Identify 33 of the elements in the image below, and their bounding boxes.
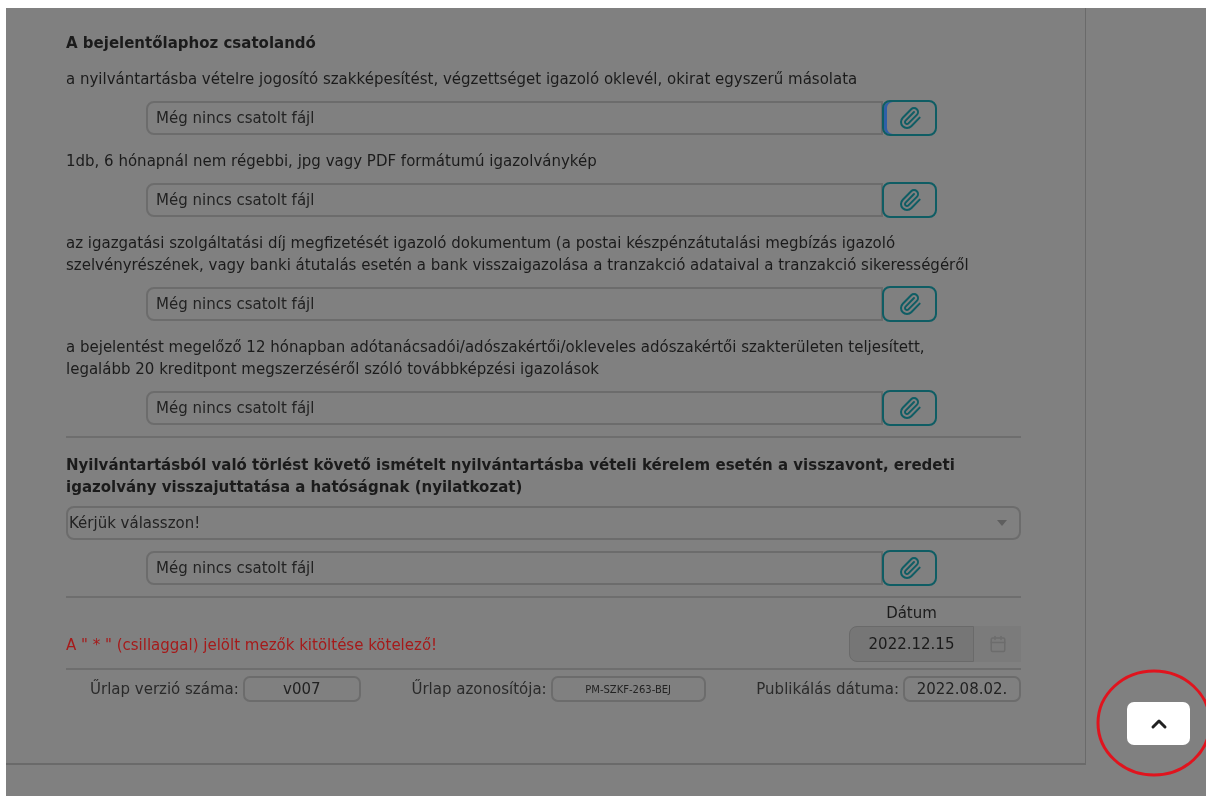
attach-button[interactable] — [882, 286, 937, 322]
file-field[interactable]: Még nincs csatolt fájl — [146, 551, 883, 585]
attach-button[interactable] — [882, 390, 937, 426]
footer-label: Űrlap verzió száma: — [90, 680, 239, 698]
choice-dropdown[interactable]: Kérjük válasszon! — [66, 506, 1021, 540]
file-field[interactable]: Még nincs csatolt fájl — [146, 101, 883, 135]
paperclip-icon — [897, 188, 922, 212]
caret-icon — [997, 520, 1007, 526]
attach-button[interactable] — [882, 182, 937, 218]
date-label: Dátum — [885, 604, 938, 622]
footer-label: Űrlap azonosítója: — [411, 680, 547, 698]
footer-value: PM-SZKF-263-BEJ — [550, 676, 706, 702]
scroll-top-button[interactable] — [1127, 702, 1190, 745]
paperclip-icon — [897, 106, 922, 130]
attach-button[interactable] — [882, 550, 937, 586]
section-title: A bejelentőlaphoz csatolandó — [66, 33, 317, 54]
attachment-label: 1db, 6 hónapnál nem régebbi, jpg vagy PDF formátumú igazolványkép — [66, 151, 598, 172]
date-field[interactable]: 2022.12.15 — [849, 626, 974, 662]
paperclip-icon — [897, 556, 922, 580]
required-note: A " * " (csillaggal) jelölt mezők kitöltése kötelező! — [66, 636, 438, 654]
paperclip-icon — [897, 396, 922, 420]
attach-button[interactable] — [882, 100, 937, 136]
attachment-label: a bejelentést megelőző 12 hónapban adótanácsadói/adószakértői/okleveles adószakértői szakterületen teljesített, legalább 20 kreditpont megszerzéséről szóló továbbképzési igazolások — [66, 337, 926, 380]
footer-value: 2022.08.02. — [903, 676, 1021, 702]
declaration-title: Nyilvántartásból való törlést követő ismételt nyilvántartásba vételi kérelem esetén a visszavont, eredeti igazolvány visszajuttatása a hatóságnak (nyilatkozat) — [66, 455, 956, 498]
file-field[interactable]: Még nincs csatolt fájl — [146, 183, 883, 217]
file-field[interactable]: Még nincs csatolt fájl — [146, 391, 883, 425]
footer-label: Publikálás dátuma: — [756, 680, 899, 698]
file-field[interactable]: Még nincs csatolt fájl — [146, 287, 883, 321]
attachment-label: az igazgatási szolgáltatási díj megfizetését igazoló dokumentum (a postai készpénzátutalási megbízás igazoló szelvényrészének, vagy banki átutalás esetén a bank visszaigazolása a tranzakció adataival a tranzakció sikerességéről — [66, 233, 970, 276]
paperclip-icon — [897, 292, 922, 316]
attachment-label: a nyilvántartásba vételre jogosító szakképesítést, végzettséget igazoló oklevél, okirat egyszerű másolata — [66, 69, 859, 90]
footer-value: v007 — [242, 676, 361, 702]
